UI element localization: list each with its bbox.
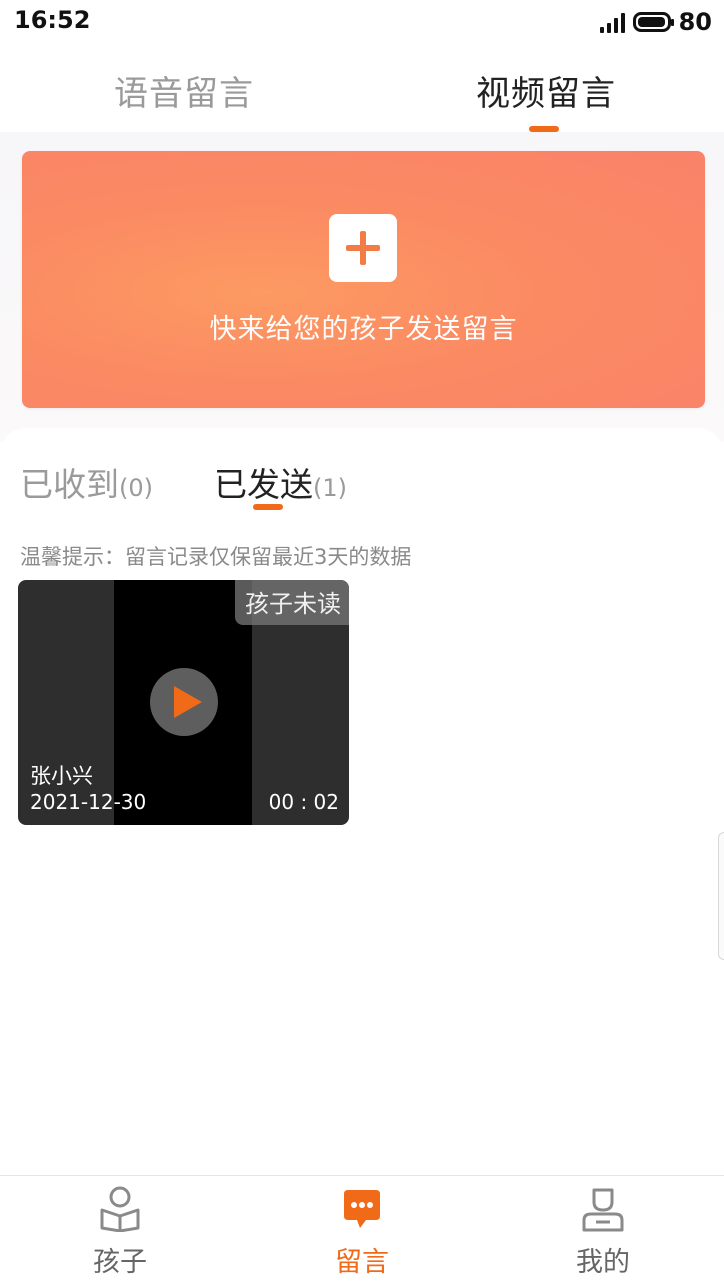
tab-voice-message[interactable]: 语音留言 xyxy=(114,66,254,115)
child-reading-icon xyxy=(100,1186,140,1232)
nav-item-messages[interactable]: 留言 xyxy=(302,1176,422,1287)
tab-received-label: 已收到 xyxy=(20,465,119,504)
tab-received-count: (0) xyxy=(119,474,153,502)
nav-label-me: 我的 xyxy=(576,1247,630,1278)
tab-received[interactable]: 已收到(0) xyxy=(20,458,153,506)
send-message-banner[interactable]: 快来给您的孩子发送留言 xyxy=(22,151,705,408)
message-list-panel: 已收到(0) 已发送(1) 温馨提示：留言记录仅保留最近3天的数据 孩子未读 张… xyxy=(0,428,724,1176)
battery-level: 80 xyxy=(678,8,712,36)
child-name: 张小兴 xyxy=(30,764,93,788)
nav-item-me[interactable]: 我的 xyxy=(543,1176,663,1287)
nav-label-child: 孩子 xyxy=(93,1247,147,1278)
tab-sent-count: (1) xyxy=(313,474,347,502)
banner-text: 快来给您的孩子发送留言 xyxy=(209,314,518,345)
status-time: 16:52 xyxy=(14,6,91,34)
message-date: 2021-12-30 xyxy=(30,790,147,814)
signal-icon xyxy=(599,11,625,33)
play-icon xyxy=(174,686,202,718)
message-bubble-icon xyxy=(344,1190,380,1228)
video-message-card[interactable]: 孩子未读 张小兴 2021-12-30 00 : 02 xyxy=(18,580,349,825)
tab-video-message[interactable]: 视频留言 xyxy=(476,66,616,115)
status-bar: 16:52 80 xyxy=(0,0,724,44)
plus-icon xyxy=(346,231,380,265)
unread-status-badge: 孩子未读 xyxy=(235,580,349,625)
person-icon xyxy=(582,1188,624,1232)
bottom-navigation: 孩子 留言 我的 xyxy=(0,1175,724,1287)
tab-sent[interactable]: 已发送(1) xyxy=(214,458,347,506)
active-subtab-indicator xyxy=(253,504,283,510)
tab-sent-label: 已发送 xyxy=(214,465,313,504)
battery-icon xyxy=(632,12,674,32)
nav-label-messages: 留言 xyxy=(335,1247,389,1278)
play-button[interactable] xyxy=(150,668,218,736)
nav-item-child[interactable]: 孩子 xyxy=(60,1176,180,1287)
message-type-tabs: 语音留言 视频留言 xyxy=(0,44,724,132)
add-message-button[interactable] xyxy=(329,214,397,282)
video-duration: 00 : 02 xyxy=(268,790,339,814)
retention-tip: 温馨提示：留言记录仅保留最近3天的数据 xyxy=(20,545,412,569)
side-drawer-handle[interactable] xyxy=(718,832,724,960)
status-indicators: 80 xyxy=(599,8,712,36)
